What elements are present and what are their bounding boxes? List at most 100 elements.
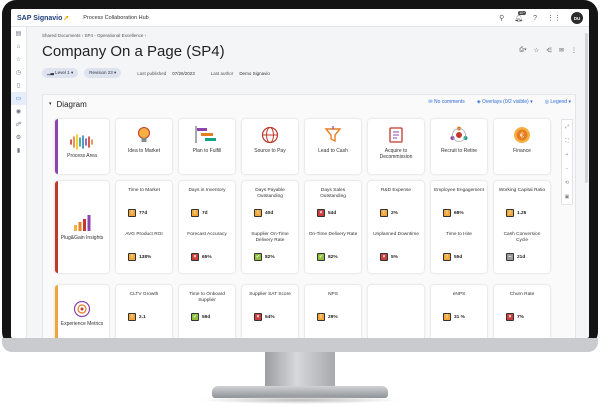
- lightbulb-icon: [138, 127, 150, 142]
- nav-settings-icon[interactable]: ⚙: [11, 131, 26, 144]
- kpi-card[interactable]: eNPS ! 31 %: [431, 285, 487, 338]
- apps-grid-icon[interactable]: ⋮⋮: [547, 14, 561, 22]
- kpi-title: Time to Hire: [446, 232, 472, 237]
- author-value: Demo Signavio: [239, 70, 270, 76]
- kpi-card[interactable]: Time to Onboard Supplier ✓ 59d: [179, 285, 235, 338]
- collapse-chevron-icon[interactable]: ▾: [49, 101, 52, 107]
- nav-documents-icon[interactable]: ▯: [11, 79, 26, 92]
- reset-zoom-icon[interactable]: ⟲: [565, 180, 569, 186]
- process-card-acquire-to-decommission[interactable]: Acquire to Decommission: [368, 119, 424, 174]
- kpi-card[interactable]: R&D Expense ! 2% Unplanned Downtime × 5%: [368, 181, 424, 273]
- meta-row: ▁▃ Level 1 ▾ Revision 23 ▾ Last publishe…: [42, 68, 270, 78]
- help-icon[interactable]: ?: [533, 15, 537, 22]
- svg-text:€: €: [520, 133, 524, 140]
- brand-flame-icon: ➚: [63, 14, 70, 22]
- kpi-card[interactable]: Supplier SAT Score × 54%: [242, 285, 298, 338]
- kpi-card[interactable]: Churn Rate × 7%: [494, 285, 550, 338]
- diagram-title: Diagram: [56, 99, 87, 109]
- status-warning-icon: !: [254, 209, 262, 217]
- page-scrollbar[interactable]: [585, 33, 588, 183]
- people-network-icon: [450, 126, 468, 142]
- kpi-card[interactable]: Working Capital Ratio ! 1.25 Cash Convers…: [494, 181, 550, 273]
- process-card-source-to-pay[interactable]: Source to Pay: [242, 119, 298, 174]
- more-options-icon[interactable]: ⋮: [571, 47, 577, 54]
- revision-selector[interactable]: Revision 23 ▾: [84, 68, 122, 78]
- no-comments-button[interactable]: ✉ No comments: [428, 99, 464, 105]
- page-title: Company On a Page (SP4): [42, 43, 225, 60]
- process-card-finance[interactable]: € Finance: [494, 119, 550, 174]
- card-label: Lead to Cash: [318, 148, 348, 154]
- nav-recent-icon[interactable]: ◷: [11, 66, 26, 79]
- process-card-plan-to-fulfill[interactable]: Plan to Fulfill: [179, 119, 235, 174]
- kpi-value: 7d: [202, 210, 208, 216]
- kpi-card[interactable]: Days Payable Outstanding ! 40d Supplier O…: [242, 181, 298, 273]
- fullscreen-icon[interactable]: ⛶: [565, 138, 569, 144]
- kpi-title: Days Sales Outstanding: [320, 188, 346, 199]
- kpi-value: 29%: [328, 314, 338, 320]
- card-label: Finance: [513, 148, 531, 154]
- monitor-chin: [2, 338, 598, 352]
- card-label: Recruit to Retire: [440, 148, 478, 154]
- row-lead-label: Experience Metrics: [60, 320, 104, 327]
- breadcrumb-shared-documents[interactable]: Shared Documents: [42, 33, 81, 38]
- nav-mobile-icon[interactable]: ▮: [11, 144, 26, 157]
- row-lead-plug-gain-insights[interactable]: Plug&Gain Insights: [55, 181, 109, 273]
- status-warning-icon: !: [317, 313, 325, 321]
- kpi-card[interactable]: Days in Inventory ! 7d Forecast Accuracy …: [179, 181, 235, 273]
- stand-shadow: [200, 396, 400, 404]
- kpi-value: 82%: [265, 254, 275, 260]
- search-icon[interactable]: ⚲: [499, 14, 504, 22]
- kpi-title: Working Capital Ratio: [498, 188, 546, 193]
- notifications-icon[interactable]: 🔔︎ 10+: [514, 11, 527, 22]
- status-neutral-icon: –: [506, 253, 514, 261]
- breadcrumb-sp4[interactable]: SP4 - Operational Excellence: [85, 33, 144, 38]
- process-card-recruit-to-retire[interactable]: Recruit to Retire: [431, 119, 487, 174]
- kpi-title: Forecast Accuracy: [187, 232, 227, 237]
- kpi-card[interactable]: Time to Market ! 77d AVG Product ROI ! 138…: [116, 181, 172, 273]
- notification-badge: 10+: [518, 11, 527, 15]
- legend-button[interactable]: ◎ Legend ▾: [545, 99, 571, 105]
- main-content: Shared Documents › SP4 - Operational Exc…: [28, 27, 589, 338]
- brand-logo[interactable]: SAP Signavio➚: [17, 14, 69, 22]
- row-lead-process-area[interactable]: Process Area: [55, 119, 109, 174]
- kpi-value: 7%: [517, 314, 524, 320]
- kpi-card[interactable]: Employee Engagement ! 68% Time to Hire ! 5…: [431, 181, 487, 273]
- process-card-idea-to-market[interactable]: Idea to Market: [116, 119, 172, 174]
- overlays-button[interactable]: ◈ Overlays (0/2 visible) ▾: [477, 99, 533, 105]
- kpi-title: Days in Inventory: [188, 188, 226, 193]
- kpi-card[interactable]: NPS ! 29%: [305, 285, 361, 338]
- kpi-value: 40d: [265, 210, 274, 216]
- level-selector[interactable]: ▁▃ Level 1 ▾: [42, 68, 79, 78]
- kpi-title: Time to Onboard Supplier: [189, 292, 225, 303]
- nav-view-icon[interactable]: ◉: [11, 105, 26, 118]
- row-lead-experience-metrics[interactable]: Experience Metrics: [55, 285, 109, 338]
- experience-row: Experience Metrics CLTV Growth ! 2.1 Time…: [55, 285, 550, 338]
- favorite-star-icon[interactable]: ☆: [534, 47, 539, 54]
- kpi-title: eNPS: [452, 292, 466, 297]
- comments-icon[interactable]: ✉: [559, 47, 564, 54]
- nav-dictionary-icon[interactable]: ▤: [11, 27, 26, 40]
- nav-shared-documents-icon[interactable]: ▭: [11, 92, 26, 105]
- nav-favorites-icon[interactable]: ☆: [11, 53, 26, 66]
- process-card-lead-to-cash[interactable]: Lead to Cash: [305, 119, 361, 174]
- nav-home-icon[interactable]: ⌂: [11, 40, 26, 53]
- print-icon[interactable]: ⎙▾: [519, 47, 526, 54]
- avatar[interactable]: DU: [571, 12, 583, 24]
- kpi-value: 138%: [139, 254, 152, 260]
- kpi-title: Time to Market: [128, 188, 160, 193]
- fit-view-icon[interactable]: ⤢: [565, 124, 569, 130]
- export-image-icon[interactable]: ▣: [565, 194, 570, 200]
- bar-chart-icon: [74, 214, 91, 231]
- status-warning-icon: !: [443, 253, 451, 261]
- zoom-out-icon[interactable]: −: [566, 166, 569, 172]
- diagram-toolbar: ⤢ ⛶ + − ⟲ ▣: [561, 119, 573, 205]
- nav-community-icon[interactable]: ☍: [11, 118, 26, 131]
- kpi-card[interactable]: Days Sales Outstanding × 54d On-Time Deli…: [305, 181, 361, 273]
- share-icon[interactable]: ⋲: [546, 47, 552, 54]
- kpi-card-empty[interactable]: [368, 285, 424, 338]
- kpi-card[interactable]: CLTV Growth ! 2.1: [116, 285, 172, 338]
- kpi-title: NPS: [328, 292, 338, 297]
- kpi-value: 82%: [328, 254, 338, 260]
- zoom-in-icon[interactable]: +: [566, 152, 569, 158]
- kpi-value: 54%: [265, 314, 275, 320]
